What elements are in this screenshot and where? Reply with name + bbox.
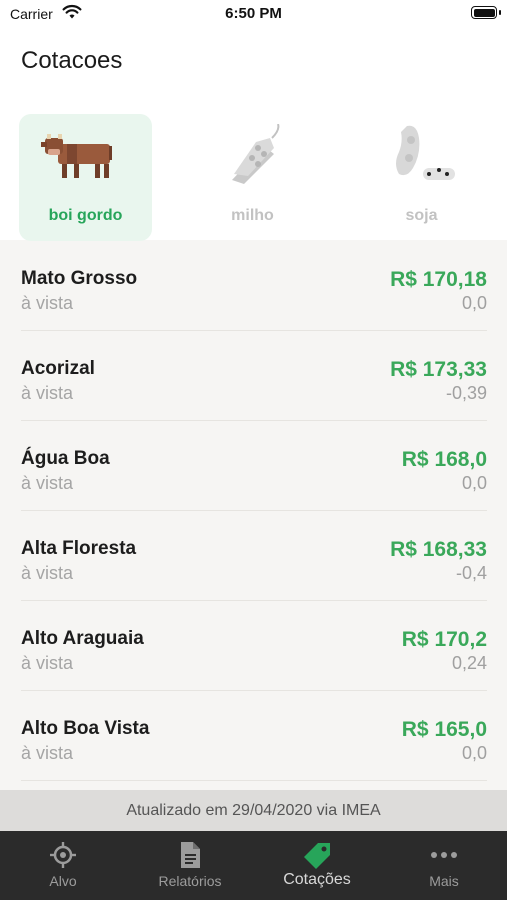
city-name: Alto Boa Vista: [21, 718, 150, 739]
quote-row[interactable]: Alto Boa Vista à vista R$ 165,0 0,0: [21, 691, 487, 781]
tab-label: Alvo: [49, 873, 77, 889]
category-label: milho: [231, 207, 274, 224]
target-icon: [0, 841, 126, 869]
quote-row[interactable]: Acorizal à vista R$ 173,33 -0,39: [21, 331, 487, 421]
updated-banner: Atualizado em 29/04/2020 via IMEA: [0, 790, 507, 831]
price-change: 0,0: [461, 293, 487, 313]
tab-relatorios[interactable]: Relatórios: [127, 831, 253, 900]
tab-cotacoes[interactable]: Cotações: [254, 831, 380, 900]
price-value: R$ 170,18: [390, 268, 487, 291]
payment-term: à vista: [21, 653, 74, 673]
city-name: Acorizal: [21, 358, 95, 379]
soy-icon: [355, 124, 488, 188]
tab-bar: Alvo Relatórios Cotações Mais: [0, 831, 507, 900]
payment-term: à vista: [21, 563, 74, 583]
tab-label: Relatórios: [158, 873, 222, 889]
status-bar: Carrier 6:50 PM: [0, 0, 507, 30]
category-label: boi gordo: [48, 207, 123, 224]
payment-term: à vista: [21, 743, 74, 763]
cow-icon: [19, 124, 152, 188]
city-name: Alta Floresta: [21, 538, 137, 559]
price-value: R$ 165,0: [401, 718, 487, 741]
tab-alvo[interactable]: Alvo: [0, 831, 126, 900]
price-change: -0,4: [455, 563, 487, 583]
quote-row[interactable]: Alta Floresta à vista R$ 168,33 -0,4: [21, 511, 487, 601]
price-change: -0,39: [445, 383, 487, 403]
header: Cotacoes boi gordo milho soja: [0, 30, 507, 241]
price-change: 0,0: [461, 743, 487, 763]
quote-row[interactable]: Água Boa à vista R$ 168,0 0,0: [21, 421, 487, 511]
quote-row[interactable]: Alto Araguaia à vista R$ 170,2 0,24: [21, 601, 487, 691]
corn-icon: [186, 123, 319, 188]
price-change: 0,0: [461, 473, 487, 493]
page-title: Cotacoes: [21, 47, 123, 74]
clock: 6:50 PM: [225, 5, 282, 22]
price-value: R$ 168,0: [401, 448, 487, 471]
quotes-list[interactable]: Mato Grosso à vista R$ 170,18 0,0 Acoriz…: [0, 241, 507, 790]
city-name: Alto Araguaia: [21, 628, 144, 649]
battery-cap: [499, 10, 501, 15]
category-label: soja: [405, 207, 438, 224]
price-value: R$ 168,33: [390, 538, 487, 561]
payment-term: à vista: [21, 473, 74, 493]
price-tag-icon: [254, 841, 380, 869]
battery-icon: [471, 6, 497, 19]
price-value: R$ 173,33: [390, 358, 487, 381]
city-name: Mato Grosso: [21, 268, 138, 289]
category-soja[interactable]: soja: [355, 114, 488, 241]
price-value: R$ 170,2: [401, 628, 487, 651]
tab-label: Cotações: [283, 871, 351, 888]
quote-row[interactable]: Mato Grosso à vista R$ 170,18 0,0: [21, 241, 487, 331]
category-boi-gordo[interactable]: boi gordo: [19, 114, 152, 241]
payment-term: à vista: [21, 293, 74, 313]
more-dots-icon: [381, 841, 507, 869]
document-icon: [127, 841, 253, 869]
city-name: Água Boa: [21, 448, 110, 469]
price-change: 0,24: [451, 653, 487, 673]
tab-label: Mais: [429, 873, 459, 889]
tab-mais[interactable]: Mais: [381, 831, 507, 900]
category-milho[interactable]: milho: [186, 114, 319, 241]
payment-term: à vista: [21, 383, 74, 403]
